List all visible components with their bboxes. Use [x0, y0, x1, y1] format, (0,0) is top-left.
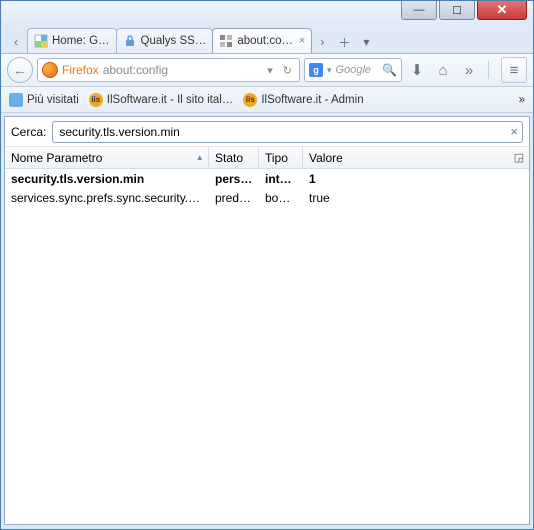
browser-window: — ☐ ✕ ‹ Home: G… Qualys SS… about:con… ×… [0, 0, 534, 530]
bookmark-label: IlSoftware.it - Admin [261, 94, 363, 106]
menu-button[interactable]: ≡ [501, 57, 527, 83]
bookmark-label: IlSoftware.it - Il sito ital… [107, 94, 234, 106]
lock-favicon-icon [123, 34, 137, 48]
column-picker-icon[interactable]: ◲ [509, 147, 529, 168]
cell-tipo: boole… [259, 191, 303, 205]
cell-name: services.sync.prefs.sync.security.tls.ve… [5, 191, 209, 205]
table-row[interactable]: security.tls.version.min perso… intero 1 [5, 169, 529, 188]
cell-valore: true [303, 191, 529, 205]
tab-new-button[interactable]: ＋ [333, 31, 355, 53]
window-close-button[interactable]: ✕ [477, 1, 527, 20]
site-icon: iis [243, 93, 257, 107]
table-row[interactable]: services.sync.prefs.sync.security.tls.ve… [5, 188, 529, 207]
bookmarks-overflow[interactable]: » [519, 94, 525, 106]
window-maximize-button[interactable]: ☐ [439, 1, 475, 20]
config-table-body: security.tls.version.min perso… intero 1… [5, 169, 529, 524]
cell-stato: predef… [209, 191, 259, 205]
tab-label: Home: G… [52, 35, 110, 47]
tab-home[interactable]: Home: G… [27, 28, 117, 53]
tab-label: about:con… [237, 35, 295, 47]
search-label: Cerca: [11, 125, 46, 139]
back-button[interactable]: ← [7, 57, 33, 83]
tab-strip: ‹ Home: G… Qualys SS… about:con… × › ＋ ▾ [1, 26, 533, 53]
identity-label: Firefox [62, 63, 99, 77]
toolbar-divider [488, 61, 489, 79]
search-box[interactable]: g ▾ Google 🔍 [304, 58, 402, 82]
cell-stato: perso… [209, 172, 259, 186]
config-favicon-icon [219, 34, 233, 48]
site-icon: iis [89, 93, 103, 107]
overflow-icon[interactable]: » [458, 59, 480, 81]
tab-next-button[interactable]: › [311, 31, 333, 53]
reload-icon[interactable]: ↻ [280, 64, 295, 77]
tab-qualys[interactable]: Qualys SS… [116, 28, 214, 53]
sort-asc-icon: ▴ [197, 152, 202, 163]
search-placeholder: Google [336, 64, 379, 76]
column-header-valore[interactable]: Valore [303, 147, 509, 168]
cell-tipo: intero [259, 172, 303, 186]
column-header-stato[interactable]: Stato [209, 147, 259, 168]
url-bar[interactable]: Firefox about:config ▾ ↻ [37, 58, 300, 82]
config-table-header: Nome Parametro ▴ Stato Tipo Valore ◲ [5, 147, 529, 169]
navigation-toolbar: ← Firefox about:config ▾ ↻ g ▾ Google 🔍 … [1, 53, 533, 87]
bookmark-most-visited[interactable]: Più visitati [9, 93, 79, 107]
downloads-icon[interactable]: ⬇ [406, 59, 428, 81]
titlebar: — ☐ ✕ [1, 1, 533, 26]
bookmarks-toolbar: Più visitati iis IlSoftware.it - Il sito… [1, 87, 533, 113]
firefox-icon [42, 62, 58, 78]
tab-close-icon[interactable]: × [299, 35, 305, 47]
tab-label: Qualys SS… [141, 35, 207, 47]
search-go-icon[interactable]: 🔍 [382, 63, 397, 77]
most-visited-icon [9, 93, 23, 107]
column-label: Nome Parametro [11, 151, 102, 165]
home-favicon-icon [34, 34, 48, 48]
column-header-tipo[interactable]: Tipo [259, 147, 303, 168]
url-history-dropdown-icon[interactable]: ▾ [264, 64, 276, 77]
tab-list-dropdown[interactable]: ▾ [355, 31, 377, 53]
bookmark-label: Più visitati [27, 94, 79, 106]
bookmark-ilsoftware-admin[interactable]: iis IlSoftware.it - Admin [243, 93, 363, 107]
search-engine-dropdown-icon[interactable]: ▾ [327, 65, 332, 76]
search-input-wrap: × [52, 121, 523, 143]
tab-prev-button[interactable]: ‹ [5, 31, 27, 53]
aboutconfig-content: Cerca: × Nome Parametro ▴ Stato Tipo Val… [4, 116, 530, 525]
config-search-row: Cerca: × [5, 117, 529, 147]
config-search-input[interactable] [57, 124, 510, 140]
url-text: about:config [103, 63, 261, 77]
cell-valore: 1 [303, 172, 529, 186]
column-header-name[interactable]: Nome Parametro ▴ [5, 147, 209, 168]
cell-name: security.tls.version.min [5, 172, 209, 186]
window-minimize-button[interactable]: — [401, 1, 437, 20]
google-engine-icon[interactable]: g [309, 63, 323, 77]
home-icon[interactable]: ⌂ [432, 59, 454, 81]
tab-aboutconfig[interactable]: about:con… × [212, 28, 312, 53]
clear-search-icon[interactable]: × [510, 124, 518, 139]
bookmark-ilsoftware[interactable]: iis IlSoftware.it - Il sito ital… [89, 93, 234, 107]
